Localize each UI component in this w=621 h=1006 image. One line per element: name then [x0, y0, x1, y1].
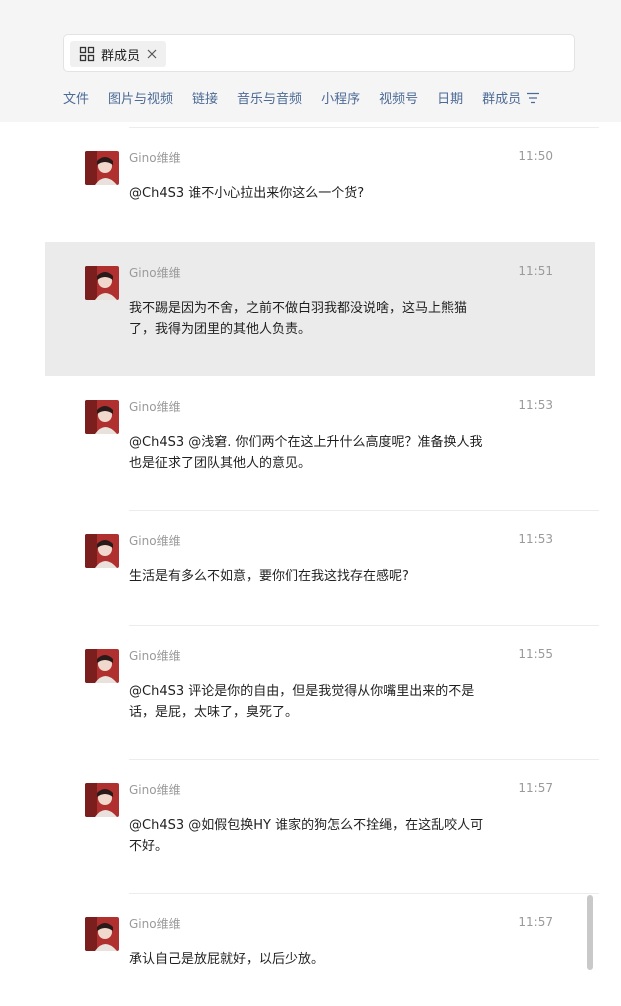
message-text: @Ch4S3 评论是你的自由，但是我觉得从你嘴里出来的不是话，是屁，太味了，臭死… — [129, 684, 475, 720]
divider — [129, 510, 599, 511]
timestamp: 11:57 — [518, 915, 553, 929]
sender-name: Gino维维 — [129, 266, 181, 280]
sender-name: Gino维维 — [129, 783, 181, 797]
timestamp: 11:53 — [518, 398, 553, 412]
timestamp: 11:53 — [518, 532, 553, 546]
message-item[interactable]: Gino维维 11:50 @Ch4S3 谁不小心拉出来你这么一个货? — [45, 122, 599, 242]
tab-date[interactable]: 日期 — [437, 88, 463, 107]
message-item[interactable]: Gino维维 11:51 我不踢是因为不舍，之前不做白羽我都没说啥，这马上熊猫了… — [45, 242, 595, 376]
tab-mini-programs[interactable]: 小程序 — [321, 88, 360, 107]
timestamp: 11:50 — [518, 149, 553, 163]
message-item[interactable]: Gino维维 11:53 生活是有多么不如意，要你们在我这找存在感呢? — [45, 510, 599, 625]
sender-name: Gino维维 — [129, 534, 181, 548]
category-tabs: 文件 图片与视频 链接 音乐与音频 小程序 视频号 日期 群成员 — [63, 88, 559, 107]
avatar[interactable] — [85, 266, 119, 300]
grid-icon — [79, 46, 95, 62]
sender-name: Gino维维 — [129, 400, 181, 414]
avatar[interactable] — [85, 649, 119, 683]
chip-label: 群成员 — [101, 48, 141, 64]
message-text: 生活是有多么不如意，要你们在我这找存在感呢? — [129, 569, 409, 584]
tab-channels[interactable]: 视频号 — [379, 88, 418, 107]
message-item[interactable]: Gino维维 11:53 @Ch4S3 @浅窘. 你们两个在这上升什么高度呢？准… — [45, 376, 595, 510]
timestamp: 11:55 — [518, 647, 553, 661]
message-text: @Ch4S3 谁不小心拉出来你这么一个货? — [129, 186, 365, 201]
avatar[interactable] — [85, 151, 119, 185]
timestamp: 11:51 — [518, 264, 553, 278]
divider — [129, 127, 599, 128]
message-item[interactable]: Gino维维 11:57 @Ch4S3 @如假包换HY 谁家的狗怎么不拴绳，在这… — [45, 759, 599, 893]
timestamp: 11:57 — [518, 781, 553, 795]
sender-name: Gino维维 — [129, 649, 181, 663]
divider — [129, 893, 599, 894]
tab-group-members[interactable]: 群成员 — [482, 88, 540, 107]
scrollbar-thumb[interactable] — [587, 895, 593, 970]
filter-chip[interactable]: 群成员 — [70, 41, 166, 67]
divider — [129, 625, 599, 626]
search-box[interactable]: 群成员 — [63, 34, 575, 72]
avatar[interactable] — [85, 534, 119, 568]
message-item[interactable]: Gino维维 11:57 承认自己是放屁就好，以后少放。 — [45, 893, 599, 1006]
tab-group-members-label: 群成员 — [482, 92, 522, 107]
avatar[interactable] — [85, 400, 119, 434]
message-text: @Ch4S3 @浅窘. 你们两个在这上升什么高度呢？准备换人我也是征求了团队其他… — [129, 435, 483, 471]
filter-icon — [527, 92, 540, 103]
close-icon[interactable] — [146, 48, 158, 60]
tab-images-videos[interactable]: 图片与视频 — [108, 88, 173, 107]
tab-links[interactable]: 链接 — [192, 88, 218, 107]
sender-name: Gino维维 — [129, 917, 181, 931]
message-item[interactable]: Gino维维 11:55 @Ch4S3 评论是你的自由，但是我觉得从你嘴里出来的… — [45, 625, 599, 759]
message-text: 我不踢是因为不舍，之前不做白羽我都没说啥，这马上熊猫了，我得为团里的其他人负责。 — [129, 301, 468, 337]
message-text: 承认自己是放屁就好，以后少放。 — [129, 952, 325, 967]
tab-music-audio[interactable]: 音乐与音频 — [237, 88, 302, 107]
toolbar: 群成员 文件 图片与视频 链接 音乐与音频 小程序 视频号 日期 群成员 — [0, 0, 621, 122]
sender-name: Gino维维 — [129, 151, 181, 165]
avatar[interactable] — [85, 917, 119, 951]
avatar[interactable] — [85, 783, 119, 817]
message-text: @Ch4S3 @如假包换HY 谁家的狗怎么不拴绳，在这乱咬人可不好。 — [129, 818, 484, 854]
divider — [129, 759, 599, 760]
tab-files[interactable]: 文件 — [63, 88, 89, 107]
